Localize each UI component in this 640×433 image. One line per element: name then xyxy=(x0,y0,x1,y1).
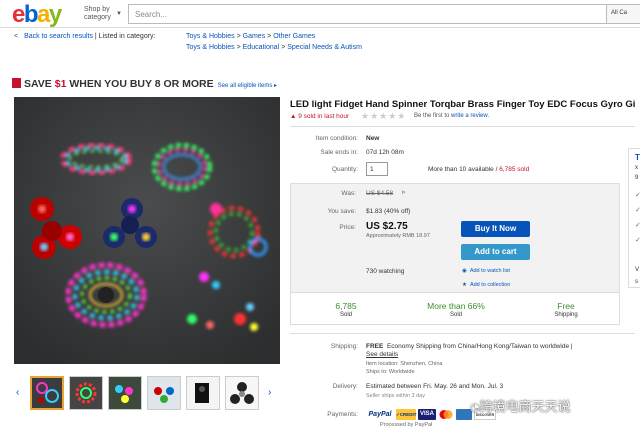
rating-stars-icon[interactable]: ★★★★★ xyxy=(361,111,406,122)
divider xyxy=(290,126,635,127)
ebay-logo[interactable]: ebay xyxy=(12,1,62,29)
thumbnail-5[interactable] xyxy=(186,376,220,410)
was-price: US $4.58 xyxy=(366,190,394,197)
condition-value: New xyxy=(366,135,380,142)
crumb-educational[interactable]: Educational xyxy=(243,44,280,51)
crumb-toys-hobbies[interactable]: Toys & Hobbies xyxy=(186,33,235,40)
mastercard-logo xyxy=(438,409,454,420)
wechat-icon: ◔ xyxy=(470,401,480,414)
breadcrumb-row-2: Toys & Hobbies > Educational > Special N… xyxy=(186,44,362,51)
seller-ships-note: Seller ships within 3 day xyxy=(366,393,426,399)
fidget-spinners-photo xyxy=(14,97,280,364)
visa-logo: VISA xyxy=(418,409,436,420)
see-all-eligible-link[interactable]: See all eligible items ▸ xyxy=(218,83,277,89)
shipping-label: Shipping: xyxy=(330,343,358,350)
buy-it-now-button[interactable]: Buy It Now xyxy=(461,221,530,237)
stat-sold: 6,785 Sold xyxy=(335,301,357,318)
was-label: Was: xyxy=(341,190,356,197)
quantity-input[interactable]: 1 xyxy=(366,162,388,176)
condition-label: Item condition: xyxy=(315,135,358,142)
breadcrumb-row-1: Toys & Hobbies > Games > Other Games xyxy=(186,33,316,40)
crumb-games[interactable]: Games xyxy=(243,33,266,40)
sales-stats: 6,785 Sold More than 66% Sold Free Shipp… xyxy=(290,293,620,325)
eye-icon: ◉ xyxy=(462,268,467,274)
breadcrumb: < Back to search results | Listed in cate… xyxy=(14,33,156,40)
ends-label: Sale ends in: xyxy=(320,149,358,156)
price-box xyxy=(290,183,620,293)
product-main-image[interactable] xyxy=(14,97,280,364)
add-collection-link[interactable]: ★ Add to collection xyxy=(462,282,510,288)
save-value: $1.83 (40% off) xyxy=(366,208,411,215)
quantity-label: Quantity: xyxy=(331,166,358,173)
see-details-link[interactable]: See details xyxy=(366,351,398,358)
crumb-other-games[interactable]: Other Games xyxy=(273,33,315,40)
paypal-credit-logo: ✓CREDIT xyxy=(396,409,417,420)
item-title: LED light Fidget Hand Spinner Torqbar Br… xyxy=(290,99,636,110)
crumb-special-needs[interactable]: Special Needs & Autism xyxy=(287,44,362,51)
shop-by-category-dropdown[interactable]: Shop by category ▼ xyxy=(84,6,126,22)
stat-percent-sold: More than 66% Sold xyxy=(427,301,485,318)
ships-to: Ships to: Worldwide xyxy=(366,369,415,375)
thumbnail-strip: ‹ › xyxy=(14,376,280,412)
ends-value: 07d 12h 08m xyxy=(366,149,404,156)
price-label: Price: xyxy=(339,224,356,231)
add-watch-list-link[interactable]: ◉ Add to watch list xyxy=(462,268,510,274)
thumbnail-6[interactable] xyxy=(225,376,259,410)
availability: More than 10 available / 6,785 sold xyxy=(428,166,530,173)
delivery-label: Delivery: xyxy=(332,383,358,390)
thumbs-prev-arrow-icon[interactable]: ‹ xyxy=(16,387,19,398)
thumbs-next-arrow-icon[interactable]: › xyxy=(268,387,271,398)
star-icon: ★ xyxy=(462,282,467,288)
check-icon: ✓ xyxy=(635,192,640,199)
add-to-cart-button[interactable]: Add to cart xyxy=(461,244,530,260)
back-to-search-link[interactable]: Back to search results xyxy=(24,33,93,40)
crumb-toys-hobbies-2[interactable]: Toys & Hobbies xyxy=(186,44,235,51)
shop-by-category-label: Shop by category xyxy=(84,6,111,21)
info-icon[interactable]: ▹ xyxy=(402,188,406,196)
item-location: Item location: Shenzhen, China xyxy=(366,361,443,367)
thumbnail-3[interactable] xyxy=(108,376,142,410)
divider xyxy=(290,333,635,334)
price-tag-icon xyxy=(12,78,21,88)
site-header: ebay Shop by category ▼ Search... All Ca xyxy=(0,0,640,28)
sold-last-hour: ▲ 9 sold in last hour xyxy=(290,113,350,120)
category-separator: | Listed in category: xyxy=(94,33,156,40)
save-label: You save: xyxy=(327,208,356,215)
thumbnail-4[interactable] xyxy=(147,376,181,410)
thumbnail-2[interactable] xyxy=(69,376,103,410)
watermark: ◔跨境电商天天说 xyxy=(470,400,571,415)
chevron-down-icon: ▼ xyxy=(116,11,122,17)
watching-count: 730 watching xyxy=(366,268,405,275)
search-input[interactable]: Search... xyxy=(128,4,608,24)
check-icon: ✓ xyxy=(635,207,640,214)
check-icon: ✓ xyxy=(635,222,640,229)
approx-price: Approximately RMB 18.97 xyxy=(366,233,430,239)
back-arrow-icon: < xyxy=(14,33,19,40)
sold-count-link[interactable]: 6,785 sold xyxy=(499,166,529,173)
check-icon: ✓ xyxy=(635,237,640,244)
search-category-select[interactable]: All Ca xyxy=(606,4,640,24)
write-review-link[interactable]: write a review. xyxy=(451,113,489,119)
first-review: Be the first to write a review. xyxy=(414,113,490,119)
paypal-logo: PayPal xyxy=(368,411,392,418)
shipping-method: FREE Economy Shipping from China/Hong Ko… xyxy=(366,343,573,350)
thumbnail-1[interactable] xyxy=(30,376,64,410)
processed-by-paypal: Processed by PayPal xyxy=(380,422,433,428)
delivery-estimate: Estimated between Fri. May. 26 and Mon. … xyxy=(366,383,504,390)
promo-banner: SAVE $1 WHEN YOU BUY 8 OR MORE See all el… xyxy=(12,78,277,90)
payments-label: Payments: xyxy=(327,411,358,418)
price-value: US $2.75 xyxy=(366,221,408,232)
seller-info-card: T x 9 ✓ ✓ ✓ ✓ V s xyxy=(628,148,640,288)
stat-free-shipping: Free Shipping xyxy=(554,301,578,318)
